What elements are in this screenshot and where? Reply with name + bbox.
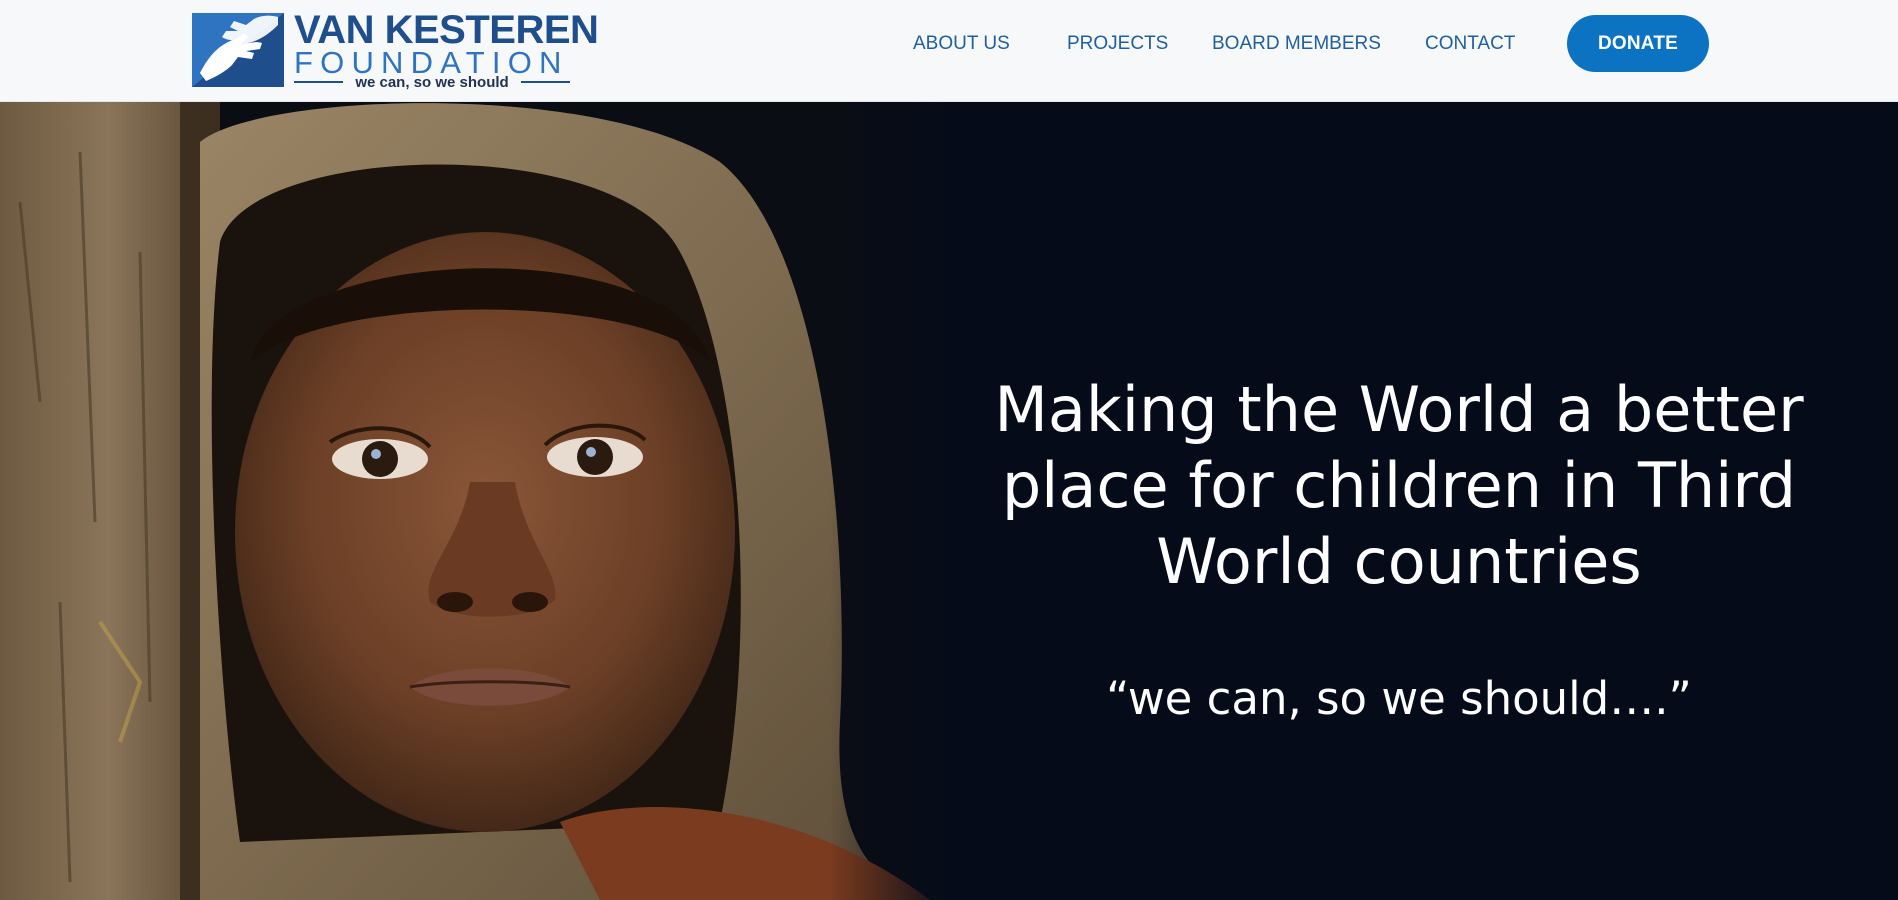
hero-quote: “we can, so we should….” [1106,672,1692,725]
site-header: VAN KESTEREN FOUNDATION we can, so we sh… [0,0,1898,102]
nav-projects[interactable]: PROJECTS [1067,33,1168,55]
logo-rule-right [520,81,570,83]
hero-title: Making the World a better place for chil… [994,373,1804,598]
logo-tagline-row: we can, so we should [294,73,570,91]
nav-about-us[interactable]: ABOUT US [913,33,1010,55]
hero-section: Making the World a better place for chil… [0,102,1898,900]
donate-button[interactable]: DONATE [1567,15,1709,72]
logo-tagline: we can, so we should [355,73,509,91]
hero-text-block: Making the World a better place for chil… [960,102,1838,900]
nav-contact[interactable]: CONTACT [1425,33,1515,55]
child-in-hood-photo [0,102,960,900]
foundation-logo[interactable]: VAN KESTEREN FOUNDATION we can, so we sh… [192,8,599,91]
hands-logo-icon [192,13,284,87]
logo-rule-left [294,81,344,83]
nav-board-members[interactable]: BOARD MEMBERS [1212,33,1381,55]
